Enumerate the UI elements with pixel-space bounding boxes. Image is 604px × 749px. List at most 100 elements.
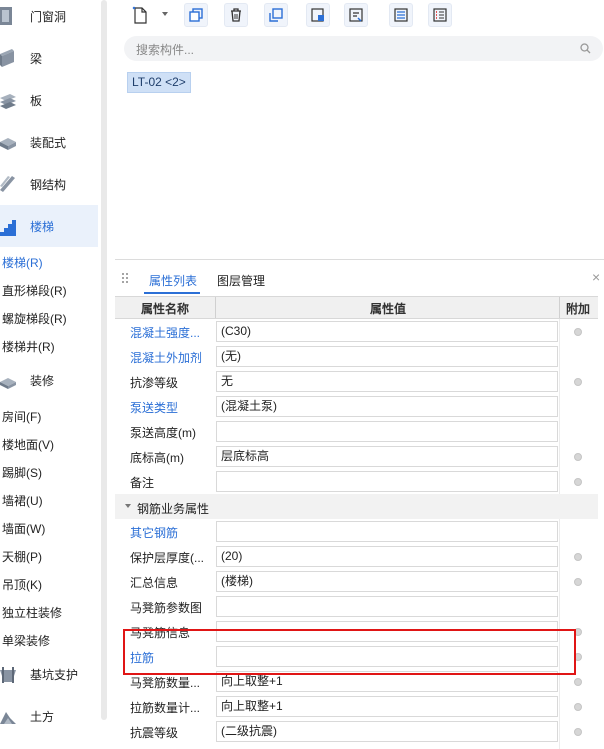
decoration-icon [0, 378, 16, 389]
tab-active-indicator [144, 292, 200, 294]
sidebar-item-floor[interactable]: 楼地面(V) [2, 436, 54, 453]
property-value-field[interactable]: 层底标高 [216, 446, 558, 467]
extract-button[interactable] [344, 3, 368, 27]
beam-icon [0, 49, 14, 67]
tab-layer-management[interactable]: 图层管理 [217, 272, 265, 289]
slab-icon [0, 94, 16, 109]
table-row: 抗渗等级 无 [115, 369, 598, 394]
list-view-button[interactable] [389, 3, 413, 27]
property-value-field[interactable]: (二级抗震) [216, 721, 558, 742]
sidebar-item-wall-surface[interactable]: 墙面(W) [2, 520, 45, 537]
extra-radio[interactable] [574, 328, 582, 336]
new-component-button[interactable] [128, 3, 152, 27]
category-pit-support[interactable]: 基坑支护 [0, 653, 98, 695]
new-component-icon [132, 6, 147, 24]
extra-radio[interactable] [574, 678, 582, 686]
sidebar-item-beam-decoration[interactable]: 单梁装修 [2, 632, 50, 649]
sidebar-item-spiral-flight[interactable]: 螺旋梯段(R) [2, 310, 67, 327]
sidebar-scrollbar[interactable] [101, 0, 107, 720]
extra-radio[interactable] [574, 553, 582, 561]
property-name[interactable]: 混凝土外加剂 [130, 349, 202, 366]
stair-icon [0, 220, 16, 236]
column-separator [559, 297, 560, 318]
sidebar-item-room[interactable]: 房间(F) [2, 408, 41, 425]
tab-properties[interactable]: 属性列表 [149, 272, 197, 289]
properties-panel-header: 属性列表 图层管理 × [115, 266, 604, 294]
prefab-icon [0, 138, 16, 150]
door-window-icon [0, 7, 12, 25]
duplicate-layer-button[interactable] [264, 3, 288, 27]
property-value-field[interactable] [216, 596, 558, 617]
drag-handle-icon[interactable] [121, 272, 129, 286]
property-name: 拉筋数量计... [130, 701, 201, 715]
panel-divider[interactable] [115, 259, 604, 260]
category-earthwork[interactable]: 土方 [0, 695, 98, 737]
group-label: 钢筋业务属性 [137, 502, 210, 516]
property-name: 泵送高度(m) [130, 426, 196, 440]
extra-radio[interactable] [574, 703, 582, 711]
property-value-field[interactable]: (20) [216, 546, 558, 567]
properties-list-button[interactable] [428, 3, 452, 27]
category-slab[interactable]: 板 [0, 79, 98, 121]
category-prefab[interactable]: 装配式 [0, 121, 98, 163]
search-icon[interactable] [580, 43, 591, 54]
highlight-annotation-box [123, 629, 576, 675]
category-door-window[interactable]: 门窗洞 [0, 0, 98, 37]
category-stair[interactable]: 楼梯 [0, 205, 98, 247]
component-panel: 搜索构件... LT-02 <2> 属性列表 图层管理 × 属性名称 属性值 附… [115, 0, 604, 749]
search-input[interactable]: 搜索构件... [124, 36, 603, 61]
property-value-field[interactable]: 向上取整+1 [216, 696, 558, 717]
sidebar-item-skirting[interactable]: 踢脚(S) [2, 464, 42, 481]
sidebar-item-stairwell[interactable]: 楼梯井(R) [2, 338, 55, 355]
extra-radio[interactable] [574, 728, 582, 736]
extra-radio[interactable] [574, 453, 582, 461]
column-separator [215, 297, 216, 318]
extra-radio[interactable] [574, 578, 582, 586]
sidebar-item-stair[interactable]: 楼梯(R) [2, 254, 43, 271]
copy-button[interactable] [184, 3, 208, 27]
property-name: 备注 [130, 476, 155, 490]
sidebar-item-suspended-ceiling[interactable]: 吊顶(K) [2, 576, 42, 593]
column-header-extra: 附加 [566, 302, 591, 316]
extra-radio[interactable] [574, 378, 582, 386]
property-group-rebar[interactable]: 钢筋业务属性 [115, 494, 598, 519]
property-name[interactable]: 其它钢筋 [130, 524, 178, 541]
table-row: 混凝土强度... (C30) [115, 319, 598, 344]
property-name: 马凳筋数量... [130, 676, 201, 690]
chevron-down-icon[interactable] [125, 504, 131, 508]
property-value-field[interactable]: (混凝土泵) [216, 396, 558, 417]
sidebar-item-ceiling[interactable]: 天棚(P) [2, 548, 42, 565]
property-name: 汇总信息 [130, 576, 179, 590]
property-value-field[interactable]: (C30) [216, 321, 558, 342]
close-icon[interactable]: × [592, 269, 600, 285]
property-name[interactable]: 混凝土强度... [130, 324, 200, 341]
table-row: 汇总信息 (楼梯) [115, 569, 598, 594]
table-row: 泵送类型 (混凝土泵) [115, 394, 598, 419]
extra-radio[interactable] [574, 478, 582, 486]
property-value-field[interactable] [216, 521, 558, 542]
new-dropdown-chevron-down-icon[interactable] [162, 12, 168, 16]
category-beam[interactable]: 梁 [0, 37, 98, 79]
property-value-field[interactable] [216, 471, 558, 492]
sidebar-item-column-decoration[interactable]: 独立柱装修 [2, 604, 62, 621]
copy-icon [189, 8, 203, 22]
property-value-field[interactable]: (无) [216, 346, 558, 367]
category-decoration[interactable]: 装修 [0, 359, 98, 401]
sidebar-item-dado[interactable]: 墙裙(U) [2, 492, 43, 509]
duplicate-layer-icon [269, 8, 283, 22]
component-library-button[interactable] [306, 3, 330, 27]
property-name[interactable]: 泵送类型 [130, 399, 178, 416]
property-name: 保护层厚度(... [130, 551, 204, 565]
search-placeholder: 搜索构件... [136, 43, 195, 57]
property-value-field[interactable] [216, 421, 558, 442]
table-row: 其它钢筋 [115, 519, 598, 544]
column-header-value: 属性值 [370, 302, 407, 316]
category-steel-structure[interactable]: 钢结构 [0, 163, 98, 205]
table-row: 混凝土外加剂 (无) [115, 344, 598, 369]
property-value-field[interactable]: (楼梯) [216, 571, 558, 592]
delete-icon [231, 8, 241, 22]
component-item-selected[interactable]: LT-02 <2> [127, 72, 191, 93]
delete-button[interactable] [224, 3, 248, 27]
sidebar-item-straight-flight[interactable]: 直形梯段(R) [2, 282, 67, 299]
property-value-field[interactable]: 无 [216, 371, 558, 392]
